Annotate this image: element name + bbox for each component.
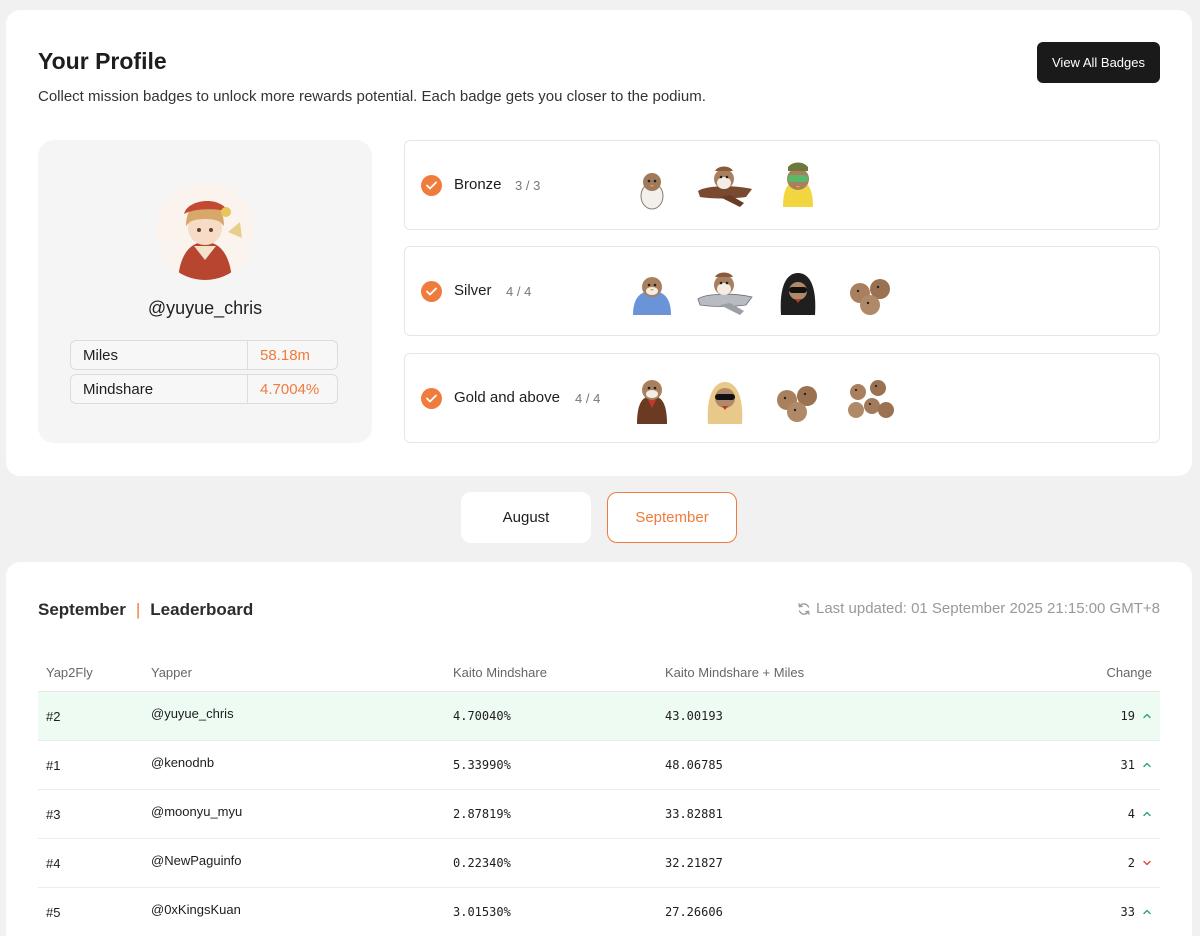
avatar <box>156 182 254 280</box>
column-header: Yapper <box>151 665 192 680</box>
column-header: Kaito Mindshare + Miles <box>665 665 805 680</box>
change-cell: 4 <box>1040 807 1160 821</box>
badge-list <box>623 370 915 428</box>
tier-count: 3 / 3 <box>515 178 541 193</box>
last-updated: Last updated: 01 September 2025 21:15:00… <box>797 600 1160 617</box>
change-value: 2 <box>1127 856 1135 870</box>
tier-count: 4 / 4 <box>575 391 601 406</box>
chevron-up-icon <box>1143 909 1151 915</box>
view-all-badges-button[interactable]: View All Badges <box>1037 42 1160 83</box>
badge-list <box>623 263 915 321</box>
table-body: #2 @yuyue_chris 4.70040% 43.00193 19 #1 @kenod… <box>38 692 1160 936</box>
chevron-up-icon <box>1143 713 1151 719</box>
mindshare-miles-cell: 32.21827 <box>665 856 723 870</box>
last-updated-text: Last updated: 01 September 2025 21:15:00… <box>816 600 1160 617</box>
change-cell: 19 <box>1040 709 1160 723</box>
column-header: Yap2Fly <box>46 665 93 680</box>
mindshare-cell: 2.87819% <box>453 807 511 821</box>
mindshare-cell: 5.33990% <box>453 758 511 772</box>
check-circle-icon <box>421 175 442 196</box>
page-title: Your Profile <box>38 48 167 74</box>
chevron-up-icon <box>1143 811 1151 817</box>
rank-cell: #1 <box>46 757 61 773</box>
chevron-down-icon <box>1143 860 1151 866</box>
stat-miles: Miles 58.18m <box>70 340 338 370</box>
tab-august[interactable]: August <box>461 492 591 543</box>
leaderboard-card: September | Leaderboard Last updated: 01… <box>6 562 1192 936</box>
table-row[interactable]: #4 @NewPaguinfo 0.22340% 32.21827 2 <box>38 839 1160 888</box>
sunglasses-bird-badge-icon[interactable] <box>696 370 754 428</box>
mindshare-miles-cell: 48.06785 <box>665 758 723 772</box>
leaderboard-title: September | Leaderboard <box>38 600 253 620</box>
tier-silver: Silver 4 / 4 <box>404 246 1160 336</box>
title-separator: | <box>135 600 141 619</box>
check-circle-icon <box>421 388 442 409</box>
tab-september[interactable]: September <box>607 492 737 543</box>
leaderboard-label: Leaderboard <box>150 600 254 619</box>
silver-plane-bird-badge-icon[interactable] <box>696 263 754 321</box>
profile-subtitle: Collect mission badges to unlock more re… <box>38 88 706 105</box>
stat-label: Miles <box>71 341 248 369</box>
tier-name: Gold and above <box>454 389 560 406</box>
profile-username: @yuyue_chris <box>147 298 263 318</box>
table-row[interactable]: #3 @moonyu_myu 2.87819% 33.82881 4 <box>38 790 1160 839</box>
rank-cell: #4 <box>46 855 61 871</box>
yapper-cell[interactable]: @NewPaguinfo <box>151 853 453 868</box>
mindshare-miles-cell: 27.26606 <box>665 905 723 919</box>
user-panel: @yuyue_chris Miles 58.18m Mindshare 4.70… <box>38 140 372 443</box>
change-value: 4 <box>1127 807 1135 821</box>
yapper-cell[interactable]: @yuyue_chris <box>151 706 453 721</box>
change-value: 33 <box>1120 905 1135 919</box>
refresh-icon[interactable] <box>797 602 811 616</box>
bird-squad-badge-icon[interactable] <box>842 370 900 428</box>
mindshare-miles-cell: 43.00193 <box>665 709 723 723</box>
bird-trio-badge-icon[interactable] <box>769 370 827 428</box>
change-value: 31 <box>1120 758 1135 772</box>
column-header: Kaito Mindshare <box>453 665 547 680</box>
stat-value: 58.18m <box>260 346 311 364</box>
stat-mindshare: Mindshare 4.7004% <box>70 374 338 404</box>
tier-name: Silver <box>454 282 492 299</box>
mindshare-miles-cell: 33.82881 <box>665 807 723 821</box>
airplane-bird-badge-icon[interactable] <box>696 157 754 215</box>
hooded-bird-badge-icon[interactable] <box>769 263 827 321</box>
mindshare-cell: 4.70040% <box>453 709 511 723</box>
tier-bronze: Bronze 3 / 3 <box>404 140 1160 230</box>
rank-cell: #3 <box>46 806 61 822</box>
change-value: 19 <box>1120 709 1135 723</box>
stat-value: 4.7004% <box>260 380 320 398</box>
tier-name: Bronze <box>454 176 502 193</box>
profile-card: Your Profile Collect mission badges to u… <box>6 10 1192 476</box>
jacket-bird-badge-icon[interactable] <box>623 370 681 428</box>
check-circle-icon <box>421 281 442 302</box>
badge-list <box>623 157 842 215</box>
leaderboard-month: September <box>38 600 126 619</box>
change-cell: 2 <box>1040 856 1160 870</box>
chevron-up-icon <box>1143 762 1151 768</box>
change-cell: 33 <box>1040 905 1160 919</box>
blanket-bird-badge-icon[interactable] <box>623 263 681 321</box>
mindshare-cell: 3.01530% <box>453 905 511 919</box>
mindshare-cell: 0.22340% <box>453 856 511 870</box>
yapper-cell[interactable]: @moonyu_myu <box>151 804 453 819</box>
table-header: Yap2Fly Yapper Kaito Mindshare Kaito Min… <box>38 654 1160 692</box>
yapper-cell[interactable]: @0xKingsKuan <box>151 902 453 917</box>
rank-cell: #5 <box>46 904 61 920</box>
change-cell: 31 <box>1040 758 1160 772</box>
table-row[interactable]: #5 @0xKingsKuan 3.01530% 27.26606 33 <box>38 888 1160 936</box>
table-row[interactable]: #1 @kenodnb 5.33990% 48.06785 31 <box>38 741 1160 790</box>
tier-gold-and-above: Gold and above 4 / 4 <box>404 353 1160 443</box>
yapper-cell[interactable]: @kenodnb <box>151 755 453 770</box>
avatar-illustration-icon <box>156 182 254 280</box>
column-header: Change <box>1106 665 1152 680</box>
leaderboard-table: Yap2Fly Yapper Kaito Mindshare Kaito Min… <box>38 654 1160 936</box>
table-row[interactable]: #2 @yuyue_chris 4.70040% 43.00193 19 <box>38 692 1160 741</box>
rank-cell: #2 <box>46 708 61 724</box>
goggles-bird-badge-icon[interactable] <box>769 157 827 215</box>
egg-bird-badge-icon[interactable] <box>623 157 681 215</box>
stat-label: Mindshare <box>71 375 248 403</box>
tier-count: 4 / 4 <box>506 284 532 299</box>
bird-trio-badge-icon[interactable] <box>842 263 900 321</box>
